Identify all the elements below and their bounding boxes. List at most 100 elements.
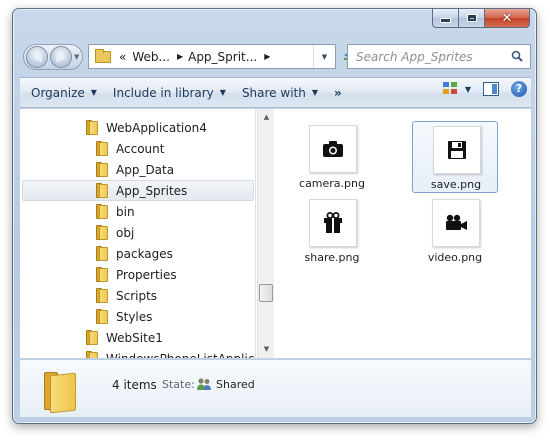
- address-bar[interactable]: « Web... ▶ App_Sprit... ▶ ▼: [88, 44, 336, 69]
- gift-icon: [324, 212, 342, 233]
- minimize-button[interactable]: [432, 9, 459, 28]
- navigation-pane: WebApplication4 Account App_Data App_Sprite…: [20, 109, 256, 358]
- file-thumbnail: [433, 126, 481, 174]
- search-input[interactable]: [356, 49, 506, 64]
- tree-item-label: packages: [116, 246, 173, 261]
- include-in-library-menu[interactable]: Include in library ▼: [105, 81, 234, 105]
- tree-item-label: WindowsPhoneListApplica: [106, 352, 255, 359]
- content-panes: WebApplication4 Account App_Data App_Sprite…: [20, 109, 531, 359]
- scroll-up-button[interactable]: ▲: [258, 109, 275, 126]
- folder-icon: [86, 120, 99, 135]
- close-button[interactable]: ✕: [485, 9, 530, 28]
- folder-icon: [96, 267, 109, 282]
- floppy-disk-icon: [448, 141, 466, 159]
- tree-item-label: WebSite1: [106, 330, 163, 345]
- chevron-down-icon: ▼: [311, 88, 318, 97]
- share-with-label: Share with: [241, 85, 306, 100]
- file-item-share[interactable]: share.png: [289, 195, 375, 267]
- tree-item-label: WebApplication4: [106, 120, 207, 135]
- state-label: State:: [162, 378, 195, 391]
- command-bar-right: ▼ ?: [442, 81, 527, 97]
- more-commands-button[interactable]: »: [326, 86, 350, 100]
- tree-item[interactable]: WindowsPhoneListApplica: [86, 348, 255, 359]
- tree-item[interactable]: Styles: [96, 306, 152, 327]
- search-icon[interactable]: [511, 50, 523, 62]
- folder-icon: [96, 204, 109, 219]
- search-box[interactable]: [347, 44, 531, 69]
- navigation-buttons: ◀ ▶ ▼: [23, 44, 83, 70]
- file-thumbnail: [309, 199, 357, 247]
- tree-item[interactable]: App_Data: [96, 159, 174, 180]
- address-history-dropdown[interactable]: ▼: [313, 45, 335, 68]
- file-name: share.png: [304, 251, 360, 264]
- minimize-icon: [440, 18, 451, 23]
- file-thumbnail: [432, 199, 480, 247]
- include-in-library-label: Include in library: [112, 85, 214, 100]
- tree-item[interactable]: packages: [96, 243, 173, 264]
- breadcrumb-separator[interactable]: ▶: [264, 52, 270, 61]
- folder-icon: [96, 162, 109, 177]
- folder-icon: [86, 330, 99, 345]
- breadcrumb-app-sprites[interactable]: App_Sprit...: [188, 50, 257, 64]
- close-icon: ✕: [501, 10, 513, 26]
- recent-pages-dropdown[interactable]: ▼: [74, 53, 79, 61]
- file-name: camera.png: [299, 177, 365, 190]
- file-item-save[interactable]: save.png: [412, 121, 498, 193]
- address-row: ◀ ▶ ▼ « Web... ▶ App_Sprit... ▶ ▼: [21, 43, 531, 71]
- chevron-down-icon: ▼: [219, 88, 226, 97]
- folder-icon: [86, 351, 99, 358]
- tree-item[interactable]: WebApplication4: [86, 117, 207, 138]
- tree-item[interactable]: Account: [96, 138, 164, 159]
- tree-item[interactable]: obj: [96, 222, 134, 243]
- folder-icon: [96, 246, 109, 261]
- help-icon[interactable]: ?: [511, 81, 527, 97]
- forward-button[interactable]: ▶: [50, 46, 72, 68]
- chevron-down-icon: ▼: [90, 88, 97, 97]
- navigation-scrollbar[interactable]: ▲ ▼: [257, 109, 274, 358]
- video-camera-icon: [446, 214, 467, 230]
- file-item-camera[interactable]: camera.png: [289, 121, 375, 193]
- folder-icon: [96, 141, 109, 156]
- file-list: camera.png save.png share.png video.png: [275, 109, 531, 358]
- details-pane: 4 items State: Shared: [20, 360, 531, 417]
- organize-menu[interactable]: Organize ▼: [23, 81, 105, 105]
- file-item-video[interactable]: video.png: [412, 195, 498, 267]
- tree-item[interactable]: WebSite1: [86, 327, 163, 348]
- tree-item[interactable]: bin: [96, 201, 135, 222]
- tree-item[interactable]: App_Sprites: [22, 180, 254, 201]
- folder-icon: [44, 372, 78, 414]
- scroll-thumb[interactable]: [259, 284, 273, 302]
- folder-icon: [95, 48, 111, 63]
- change-view-icon[interactable]: [442, 82, 459, 96]
- maximize-button[interactable]: [459, 9, 485, 28]
- breadcrumb-overflow[interactable]: «: [119, 50, 126, 64]
- scroll-down-button[interactable]: ▼: [258, 341, 275, 358]
- breadcrumb-separator[interactable]: ▶: [177, 52, 183, 61]
- users-icon: [197, 378, 211, 390]
- folder-icon: [96, 225, 109, 240]
- command-bar: Organize ▼ Include in library ▼ Share wi…: [20, 77, 531, 108]
- organize-label: Organize: [31, 85, 85, 100]
- share-with-menu[interactable]: Share with ▼: [234, 81, 326, 105]
- folder-icon: [96, 183, 109, 198]
- tree-item-label: Scripts: [116, 288, 158, 303]
- tree-item-label: App_Sprites: [116, 183, 188, 198]
- state-value: Shared: [216, 378, 255, 391]
- back-button[interactable]: ◀: [26, 46, 48, 68]
- file-name: save.png: [430, 178, 482, 191]
- preview-pane-icon[interactable]: [483, 82, 499, 96]
- maximize-icon: [466, 14, 477, 22]
- caption-buttons: ✕: [432, 9, 530, 28]
- folder-icon: [96, 288, 109, 303]
- tree-item[interactable]: Properties: [96, 264, 177, 285]
- tree-item-label: bin: [116, 204, 135, 219]
- file-name: video.png: [427, 251, 483, 264]
- breadcrumb-webapplication[interactable]: Web...: [132, 50, 170, 64]
- tree-item[interactable]: Scripts: [96, 285, 157, 306]
- tree-item-label: obj: [116, 225, 135, 240]
- item-count: 4 items: [112, 378, 157, 392]
- explorer-window: ✕ ◀ ▶ ▼ « Web... ▶ App_Sprit... ▶ ▼ Sear…: [12, 8, 537, 424]
- view-options-dropdown[interactable]: ▼: [465, 85, 471, 94]
- tree-item-label: Properties: [116, 267, 177, 282]
- tree-item-label: App_Data: [116, 162, 175, 177]
